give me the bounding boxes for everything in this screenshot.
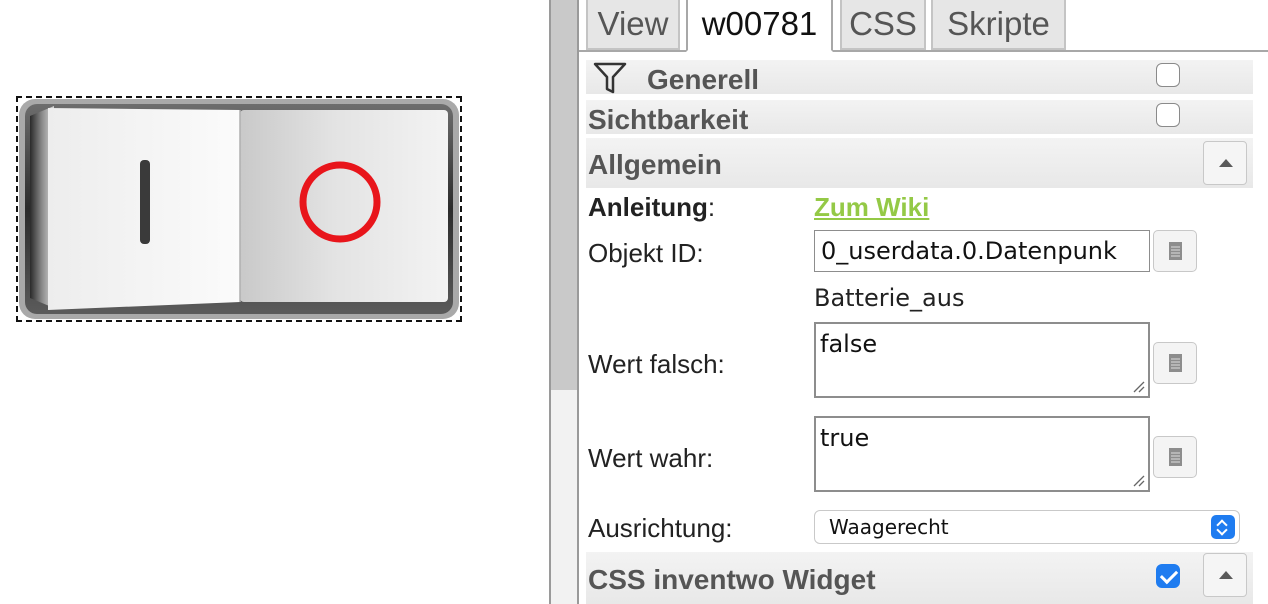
ausrichtung-label: Ausrichtung:	[588, 513, 733, 543]
generell-checkbox[interactable]	[1156, 63, 1180, 87]
tab-widget[interactable]: w00781	[686, 0, 833, 52]
anleitung-label: Anleitung:	[588, 192, 716, 222]
tab-css[interactable]: CSS	[840, 0, 926, 50]
group-generell[interactable]: Generell	[586, 60, 1253, 95]
objekt-id-input[interactable]: 0_userdata.0.Datenpunk	[814, 230, 1150, 272]
allgemein-collapse-button[interactable]	[1203, 141, 1247, 185]
document-icon	[1169, 242, 1182, 260]
group-sichtbarkeit-label: Sichtbarkeit	[588, 104, 749, 135]
group-allgemein-label: Allgemein	[588, 149, 722, 180]
filter-icon	[593, 62, 627, 94]
on-symbol-bar	[140, 160, 150, 244]
group-allgemein[interactable]: Allgemein	[586, 138, 1253, 188]
document-icon	[1169, 354, 1182, 372]
group-css-widget-label: CSS inventwo Widget	[588, 564, 876, 595]
select-arrows-icon	[1211, 515, 1235, 539]
css-widget-collapse-button[interactable]	[1203, 553, 1247, 597]
widget-selection-frame[interactable]	[16, 96, 462, 322]
wert-falsch-select-button[interactable]	[1153, 342, 1197, 384]
resize-grip-icon[interactable]	[1133, 381, 1145, 393]
group-css-widget[interactable]: CSS inventwo Widget	[586, 552, 1253, 604]
wert-wahr-label: Wert wahr:	[588, 443, 714, 473]
switch-off-face	[240, 110, 448, 302]
group-sichtbarkeit[interactable]: Sichtbarkeit	[586, 100, 1253, 135]
resize-grip-icon[interactable]	[1133, 475, 1145, 487]
zum-wiki-link[interactable]: Zum Wiki	[814, 192, 929, 223]
wert-falsch-value: false	[820, 330, 878, 358]
objekt-id-name: Batterie_aus	[814, 284, 965, 312]
rocker-switch-widget[interactable]	[18, 98, 460, 320]
group-generell-label: Generell	[647, 64, 760, 95]
wert-falsch-textarea[interactable]: false	[814, 322, 1150, 398]
wert-wahr-value: true	[820, 424, 870, 452]
objekt-id-select-button[interactable]	[1153, 230, 1197, 272]
editor-canvas[interactable]	[0, 0, 549, 604]
tab-view[interactable]: View	[586, 0, 680, 50]
sichtbarkeit-checkbox[interactable]	[1156, 103, 1180, 127]
tab-bar: View w00781 CSS Skripte	[579, 0, 1268, 52]
ausrichtung-select[interactable]: Waagerecht	[814, 510, 1240, 544]
ausrichtung-value: Waagerecht	[829, 515, 949, 539]
wert-wahr-textarea[interactable]: true	[814, 416, 1150, 492]
scrollbar-thumb[interactable]	[551, 0, 577, 390]
objekt-id-label: Objekt ID:	[588, 238, 704, 268]
properties-panel: Generell Sichtbarkeit Allgemein Anleitun…	[579, 54, 1268, 604]
tab-skripte[interactable]: Skripte	[931, 0, 1066, 50]
wert-falsch-label: Wert falsch:	[588, 349, 725, 379]
wert-wahr-select-button[interactable]	[1153, 436, 1197, 478]
css-widget-checkbox[interactable]	[1156, 564, 1180, 588]
document-icon	[1169, 448, 1182, 466]
